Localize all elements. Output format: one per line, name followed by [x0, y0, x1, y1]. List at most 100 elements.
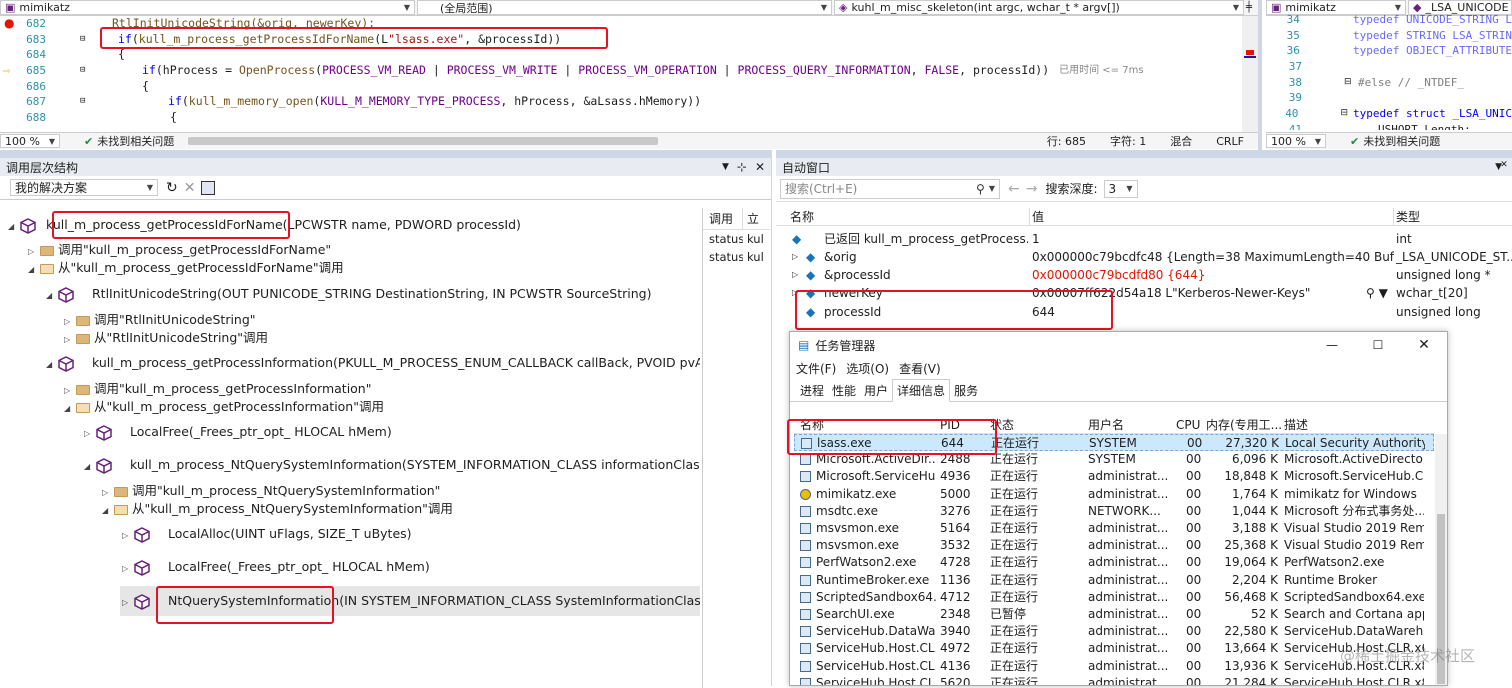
minimize-icon[interactable]: — [1309, 338, 1355, 352]
tree-item-calls[interactable]: ▷ 调用"kull_m_process_getProcessIdForName" [28, 241, 331, 258]
collapsed-icon[interactable]: ▷ [122, 594, 134, 611]
scope-select[interactable]: 我的解决方案 ▼ [10, 179, 158, 196]
code-line: 684{ [26, 47, 125, 62]
magnifier-icon[interactable]: ⚲ ▼ [1366, 284, 1388, 302]
process-row[interactable]: ServiceHub.DataWa... 3940 正在运行 administrat.… [794, 623, 1434, 640]
process-row[interactable]: mimikatz.exe 5000 正在运行 administrat... 00 1,76… [794, 486, 1434, 503]
process-cell: mimikatz for Windows [1284, 486, 1417, 501]
autos-row[interactable]: ◆ 已返回 kull_m_process_getProcess... 1 int [776, 230, 1512, 248]
details-row[interactable]: status kul [703, 248, 770, 266]
close-icon[interactable]: ✕ [1401, 337, 1447, 353]
collapsed-icon[interactable]: ▷ [28, 243, 40, 260]
autos-row[interactable]: ▷ ◆ &orig 0x000000c79bcdfc48 {Length=38 … [776, 248, 1512, 266]
pane-dropdown-icon[interactable]: ▼ [722, 162, 729, 172]
expand-icon[interactable]: ▷ [792, 266, 798, 284]
tree-item-called-by[interactable]: ◢ 从"kull_m_process_getProcessIdForName"调用 [28, 259, 344, 276]
tree-item[interactable]: ▷ LocalFree(_Frees_ptr_opt_ HLOCAL hMem) [84, 423, 392, 442]
process-row[interactable]: msvsmon.exe 3532 正在运行 administrat... 00 25,36… [794, 537, 1434, 554]
tree-item-calls[interactable]: ▷ 调用"kull_m_process_getProcessInformation… [64, 380, 371, 397]
zoom-dropdown[interactable]: 100 % ▼ [0, 134, 60, 148]
process-cell: 4712 [940, 589, 971, 604]
collapsed-icon[interactable]: ▷ [64, 382, 76, 399]
collapsed-icon[interactable]: ▷ [64, 331, 76, 348]
process-cell: 4972 [940, 641, 971, 656]
back-arrow-icon[interactable]: ← [1008, 181, 1020, 197]
menu-file[interactable]: 文件(F) [796, 360, 836, 377]
process-row[interactable]: ServiceHub.Host.CL... 4972 正在运行 administrat… [794, 640, 1434, 657]
tree-item[interactable]: ◢ RtlInitUnicodeString(OUT PUNICODE_STRIN… [46, 285, 652, 304]
refresh-icon[interactable]: ↻ [166, 180, 178, 196]
process-cell: PerfWatson2.exe [816, 555, 917, 570]
split-icon[interactable]: ╪ [1246, 2, 1258, 13]
tree-item[interactable]: ◢ kull_m_process_getProcessInformation(PK… [46, 354, 700, 373]
process-row[interactable]: ServiceHub.Host.CL... 4136 正在运行 administrat… [794, 658, 1434, 675]
expanded-icon[interactable]: ◢ [64, 400, 76, 417]
process-row[interactable]: msdtc.exe 3276 正在运行 NETWORK... 00 1,044 K Micr… [794, 503, 1434, 520]
collapse-icon[interactable]: ⊟ [52, 63, 102, 79]
pin-icon[interactable]: ⊹ [737, 160, 747, 174]
search-depth-select[interactable]: 3 ▼ [1103, 179, 1138, 198]
current-statement-arrow-icon: ⇨ [3, 63, 10, 78]
function-dropdown[interactable]: ◈ kuhl_m_misc_skeleton(int argc, wchar_t … [834, 0, 1244, 15]
menu-options[interactable]: 选项(O) [846, 360, 889, 377]
vertical-scrollbar[interactable] [1242, 16, 1258, 132]
maximize-icon[interactable]: ☐ [1355, 338, 1401, 352]
process-row[interactable]: Microsoft.ServiceHu... 4936 正在运行 administra… [794, 468, 1434, 485]
tab-processes[interactable]: 进程 [796, 380, 828, 401]
cancel-icon[interactable]: ✕ [184, 180, 196, 196]
expanded-icon[interactable]: ◢ [28, 261, 40, 278]
expanded-icon[interactable]: ◢ [46, 356, 58, 373]
collapse-icon[interactable]: ⊟ [52, 94, 102, 110]
expanded-icon[interactable]: ◢ [8, 218, 20, 235]
tab-users[interactable]: 用户 [860, 380, 892, 401]
right-zoom-dropdown[interactable]: 100 % ▼ [1266, 134, 1326, 148]
expanded-icon[interactable]: ◢ [102, 502, 114, 519]
process-cell: Local Security Authority... [1285, 436, 1425, 450]
breakpoint-icon[interactable]: ● [4, 16, 16, 32]
process-row[interactable]: msvsmon.exe 5164 正在运行 administrat... 00 3,188… [794, 520, 1434, 537]
tree-item-calls[interactable]: ▷ 调用"kull_m_process_NtQuerySystemInformat… [102, 482, 440, 499]
process-row[interactable]: ScriptedSandbox64.... 4712 正在运行 administrat… [794, 589, 1434, 606]
code-line: 688{ [26, 110, 177, 125]
right-scrollbar[interactable]: ✕ [1496, 160, 1512, 170]
collapse-icon[interactable]: ⊟ [52, 32, 102, 48]
process-cell: ServiceHub.Host.CL... [816, 658, 936, 673]
collapsed-icon[interactable]: ▷ [122, 527, 134, 544]
expanded-icon[interactable]: ◢ [84, 458, 96, 475]
process-cell: Visual Studio 2019 Rem... [1284, 521, 1424, 535]
forward-arrow-icon[interactable]: → [1026, 181, 1038, 197]
folder-open-icon [76, 402, 90, 413]
tree-item-called-by[interactable]: ▷ 从"RtlInitUnicodeString"调用 [64, 329, 268, 346]
tree-item[interactable]: ▷ LocalAlloc(UINT uFlags, SIZE_T uBytes) [122, 525, 412, 544]
tab-services[interactable]: 服务 [950, 380, 982, 401]
horizontal-scrollbar[interactable] [188, 137, 659, 145]
expanded-icon[interactable]: ◢ [46, 287, 58, 304]
collapsed-icon[interactable]: ▷ [64, 313, 76, 330]
project-dropdown[interactable]: ▣ mimikatz ▼ [0, 0, 415, 15]
process-row[interactable]: ServiceHub.Host.CL... 5620 正在运行 administrat… [794, 675, 1434, 685]
tree-item[interactable]: ◢ kull_m_process_NtQuerySystemInformation… [84, 456, 700, 475]
collapsed-icon[interactable]: ▷ [102, 484, 114, 501]
process-row[interactable]: SearchUI.exe 2348 已暂停 administrat... 00 52 KS… [794, 606, 1434, 623]
process-row[interactable]: PerfWatson2.exe 4728 正在运行 administrat... 00 1… [794, 554, 1434, 571]
collapsed-icon[interactable]: ▷ [122, 560, 134, 577]
process-cell: administrat... [1088, 641, 1169, 656]
tab-performance[interactable]: 性能 [828, 380, 860, 401]
tree-item[interactable]: ▷ LocalFree(_Frees_ptr_opt_ HLOCAL hMem) [122, 558, 430, 577]
scope-dropdown[interactable]: (全局范围) ▼ [417, 0, 832, 15]
collapsed-icon[interactable]: ▷ [84, 425, 96, 442]
process-row[interactable]: RuntimeBroker.exe 1136 正在运行 administrat... 0… [794, 572, 1434, 589]
tree-item-called-by[interactable]: ◢ 从"kull_m_process_NtQuerySystemInformati… [102, 500, 453, 517]
menu-view[interactable]: 查看(V) [899, 360, 941, 377]
expand-icon[interactable]: ▷ [792, 248, 798, 266]
details-row[interactable]: status kul [703, 230, 770, 248]
tree-item-called-by[interactable]: ◢ 从"kull_m_process_getProcessInformation"… [64, 398, 384, 415]
autos-row[interactable]: ▷ ◆ &processId 0x000000c79bcdfd80 {644} … [776, 266, 1512, 284]
process-icon [800, 609, 811, 620]
tree-item-calls[interactable]: ▷ 调用"RtlInitUnicodeString" [64, 311, 256, 328]
tab-details[interactable]: 详细信息 [892, 379, 951, 402]
autos-search-input[interactable]: 搜索(Ctrl+E) ⚲ ▼ [780, 178, 1000, 199]
toggle-details-icon[interactable] [201, 180, 216, 195]
process-cell: Runtime Broker [1284, 572, 1378, 587]
close-icon[interactable]: ✕ [755, 160, 765, 174]
